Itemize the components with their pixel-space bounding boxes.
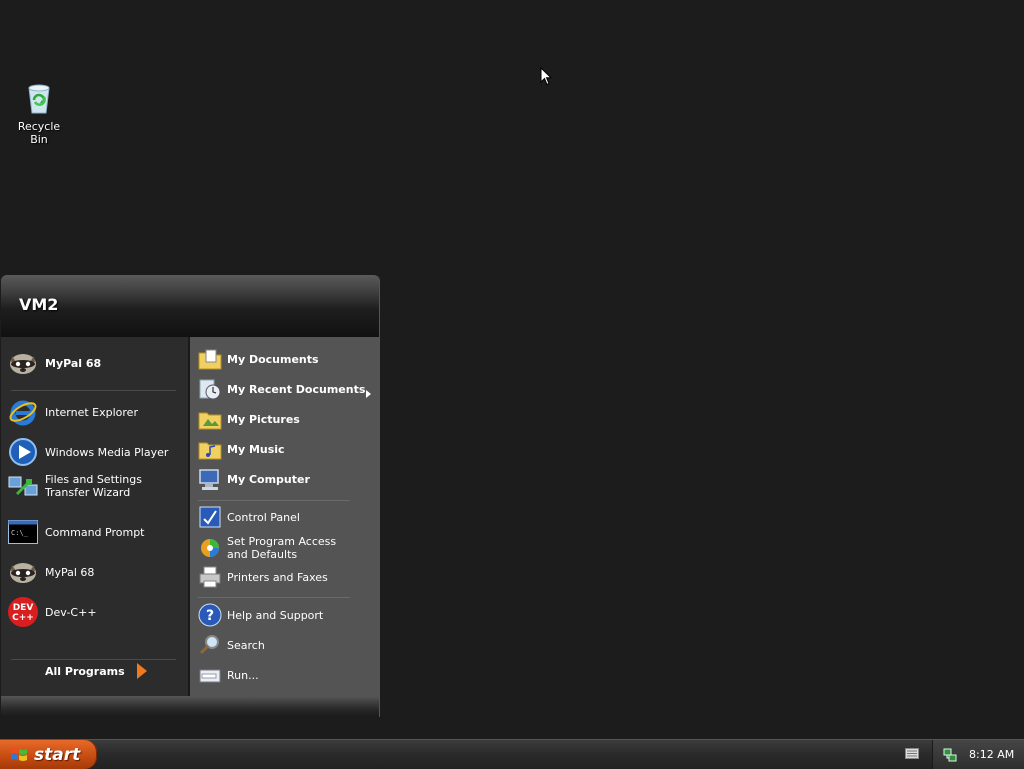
help-item-help-and-support[interactable]: ? Help and Support xyxy=(198,603,323,627)
system-item-printers[interactable]: Printers and Faxes xyxy=(198,565,328,589)
windows-logo-icon xyxy=(11,747,27,761)
place-item-label: My Computer xyxy=(227,472,310,486)
mouse-cursor-icon xyxy=(540,67,552,86)
program-item-command-prompt[interactable]: C:\_ Command Prompt xyxy=(7,516,145,548)
separator xyxy=(11,390,176,391)
separator xyxy=(198,500,350,501)
start-menu-places: My Documents My Recent Documents My Pict… xyxy=(190,337,379,696)
help-item-run[interactable]: Run... xyxy=(198,663,259,687)
place-item-label: My Music xyxy=(227,442,285,456)
network-icon[interactable] xyxy=(943,748,957,762)
search-icon xyxy=(198,633,222,657)
media-player-icon xyxy=(7,436,39,468)
system-item-control-panel[interactable]: Control Panel xyxy=(198,505,300,529)
system-item-label: Set Program Access and Defaults xyxy=(227,535,337,561)
devcpp-icon: DEV C++ xyxy=(7,596,39,628)
svg-text:C:\_: C:\_ xyxy=(11,529,29,537)
submenu-arrow-icon xyxy=(366,390,371,398)
run-icon xyxy=(198,663,222,687)
svg-text:C++: C++ xyxy=(12,613,34,623)
place-item-label: My Recent Documents xyxy=(227,382,366,396)
program-item-mypal[interactable]: MyPal 68 xyxy=(7,556,94,588)
separator xyxy=(11,659,176,660)
system-item-label: Printers and Faxes xyxy=(227,570,328,584)
desktop-icon-label: Recycle Bin xyxy=(17,120,61,146)
help-icon: ? xyxy=(198,603,222,627)
clock[interactable]: 8:12 AM xyxy=(969,748,1014,761)
program-item-label: Internet Explorer xyxy=(45,405,138,419)
recent-documents-icon xyxy=(198,377,222,401)
program-item-label: Windows Media Player xyxy=(45,445,169,459)
place-item-recent-documents[interactable]: My Recent Documents xyxy=(198,377,365,401)
internet-explorer-icon xyxy=(7,396,39,428)
music-folder-icon xyxy=(198,437,222,461)
program-item-label: Command Prompt xyxy=(45,525,145,539)
system-item-label: Control Panel xyxy=(227,510,300,524)
printer-icon xyxy=(198,565,222,589)
program-item-internet-explorer[interactable]: Internet Explorer xyxy=(7,396,138,428)
user-name: VM2 xyxy=(19,295,59,314)
start-label: start xyxy=(34,744,81,765)
svg-text:DEV: DEV xyxy=(13,603,34,613)
pinned-item-label: MyPal 68 xyxy=(45,356,102,370)
program-item-label: Files and Settings Transfer Wizard xyxy=(45,473,142,499)
system-tray: 8:12 AM xyxy=(932,740,1024,769)
recycle-bin-icon xyxy=(28,84,50,114)
place-item-my-documents[interactable]: My Documents xyxy=(198,347,319,371)
start-menu: VM2 MyPal 68 Internet Explorer Windows M… xyxy=(1,275,379,717)
help-item-label: Search xyxy=(227,638,265,652)
pictures-folder-icon xyxy=(198,407,222,431)
program-item-label: Dev-C++ xyxy=(45,605,97,619)
svg-text:?: ? xyxy=(206,608,214,624)
transfer-wizard-icon xyxy=(7,470,39,502)
command-prompt-icon: C:\_ xyxy=(7,516,39,548)
place-item-label: My Pictures xyxy=(227,412,300,426)
system-item-program-defaults[interactable]: Set Program Access and Defaults xyxy=(198,535,352,561)
keyboard-icon[interactable] xyxy=(905,748,919,759)
program-item-label: MyPal 68 xyxy=(45,565,95,579)
place-item-my-music[interactable]: My Music xyxy=(198,437,285,461)
program-item-transfer-wizard[interactable]: Files and Settings Transfer Wizard xyxy=(7,470,180,502)
start-menu-header: VM2 xyxy=(1,275,379,338)
help-item-label: Help and Support xyxy=(227,608,324,622)
all-programs-button[interactable]: All Programs xyxy=(45,663,147,679)
arrow-right-icon xyxy=(136,663,147,679)
documents-folder-icon xyxy=(198,347,222,371)
place-item-my-pictures[interactable]: My Pictures xyxy=(198,407,300,431)
start-menu-footer xyxy=(1,696,379,717)
separator xyxy=(198,597,350,598)
program-item-windows-media-player[interactable]: Windows Media Player xyxy=(7,436,168,468)
help-item-label: Run... xyxy=(227,668,259,682)
start-button[interactable]: start xyxy=(0,740,97,769)
program-defaults-icon xyxy=(198,536,222,560)
start-menu-programs: MyPal 68 Internet Explorer Windows Media… xyxy=(1,337,190,696)
desktop-icon-recycle-bin[interactable]: Recycle Bin xyxy=(8,80,70,146)
help-item-search[interactable]: Search xyxy=(198,633,265,657)
mypal-icon xyxy=(7,347,39,379)
taskbar: start 8:12 AM xyxy=(0,739,1024,769)
mypal-icon xyxy=(7,556,39,588)
all-programs-label: All Programs xyxy=(45,664,125,678)
pinned-item-mypal[interactable]: MyPal 68 xyxy=(7,347,101,379)
program-item-devcpp[interactable]: DEV C++ Dev-C++ xyxy=(7,596,97,628)
place-item-my-computer[interactable]: My Computer xyxy=(198,467,310,491)
computer-icon xyxy=(198,467,222,491)
control-panel-icon xyxy=(198,505,222,529)
place-item-label: My Documents xyxy=(227,352,319,366)
